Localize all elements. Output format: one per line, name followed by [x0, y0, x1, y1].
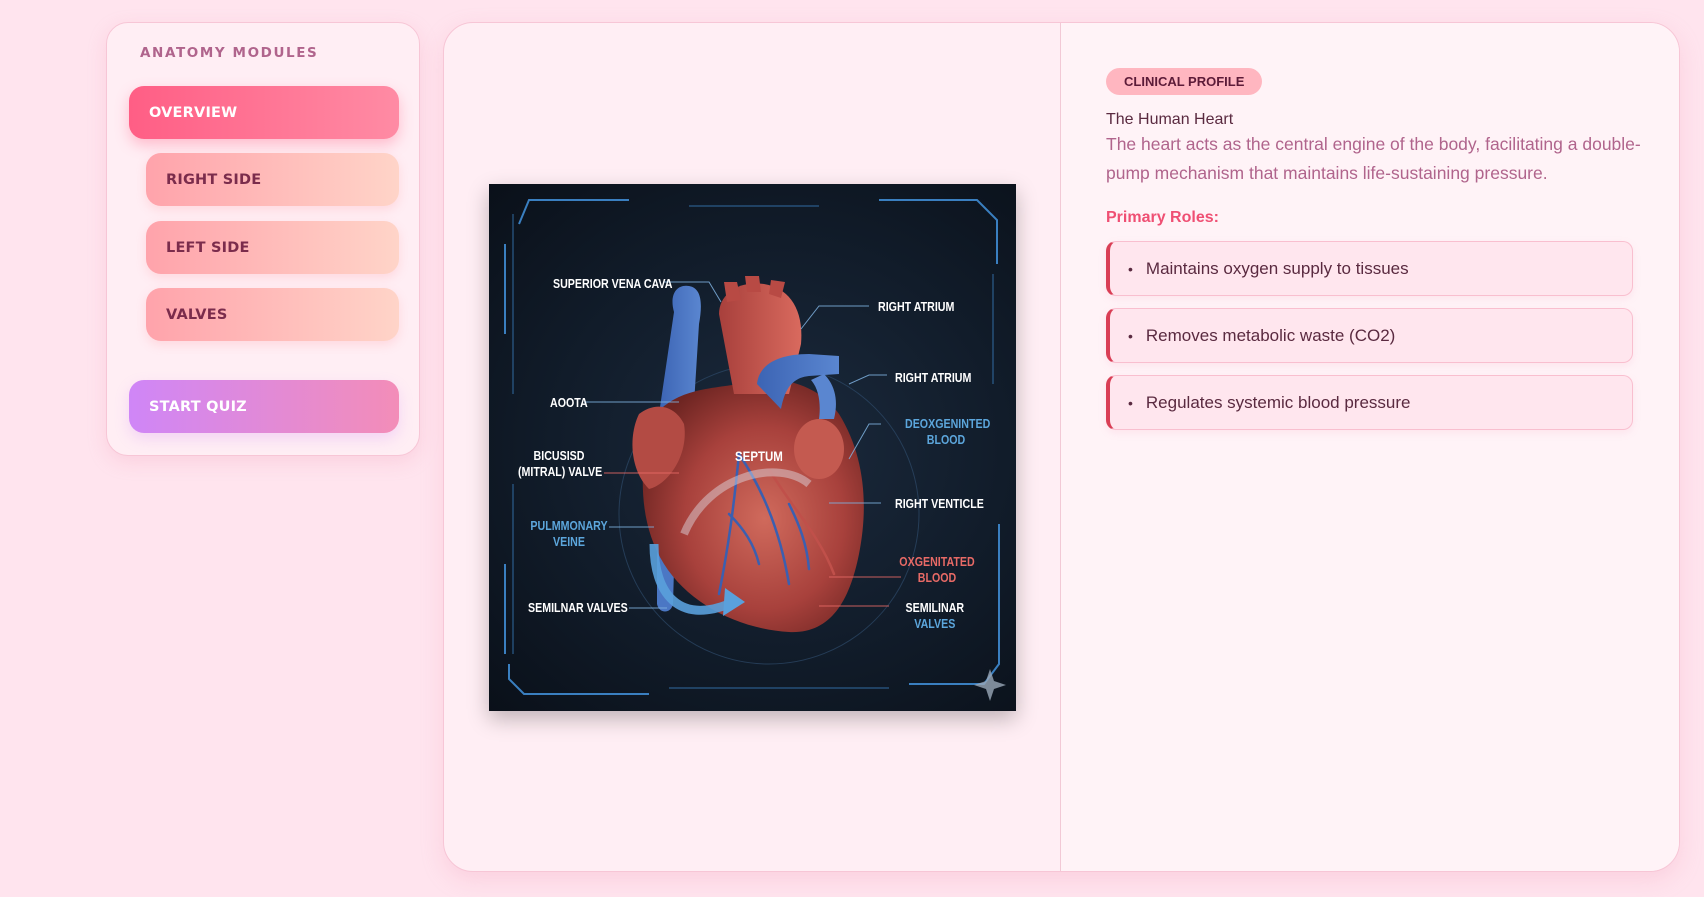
role-item: • Removes metabolic waste (CO2)	[1106, 308, 1633, 363]
profile-subtitle: The Human Heart	[1106, 111, 1234, 128]
nav-valves-button[interactable]: VALVES	[146, 288, 399, 341]
main-content-card: SUPERIOR VENA CAVA RIGHT ATRIUM RIGHT AT…	[443, 22, 1680, 872]
role-item-text: Regulates systemic blood pressure	[1145, 392, 1411, 412]
label-semilunar-right-line2: VALVES	[914, 616, 956, 631]
label-bicuspid-line2: (MITRAL) VALVE	[518, 464, 603, 479]
role-item: • Maintains oxygen supply to tissues	[1106, 241, 1633, 296]
label-oxygenated-line1: OXGENITATED	[899, 554, 975, 569]
role-item-text: Maintains oxygen supply to tissues	[1145, 258, 1409, 278]
label-right-atrium-mid: RIGHT ATRIUM	[895, 370, 972, 385]
label-right-atrium-top: RIGHT ATRIUM	[878, 299, 955, 314]
label-bicuspid-line1: BICUSISD	[533, 448, 585, 463]
primary-roles-heading: Primary Roles:	[1106, 209, 1219, 226]
label-deoxygenated-line2: BLOOD	[926, 432, 966, 447]
anatomy-modules-sidebar: ANATOMY MODULES OVERVIEW RIGHT SIDE LEFT…	[106, 22, 420, 456]
label-aorta: AOOTA	[550, 395, 588, 410]
label-semilunar-right-line1: SEMILINAR	[905, 600, 965, 615]
bullet-icon: •	[1128, 394, 1133, 411]
clinical-profile-pane: CLINICAL PROFILE The Human Heart The hea…	[1061, 23, 1679, 871]
label-pulmonary-line1: PULMMONARY	[530, 518, 608, 533]
label-pulmonary-line2: VEINE	[552, 534, 585, 549]
heart-anatomy-illustration: SUPERIOR VENA CAVA RIGHT ATRIUM RIGHT AT…	[489, 184, 1016, 711]
bullet-icon: •	[1128, 327, 1133, 344]
clinical-profile-badge: CLINICAL PROFILE	[1106, 68, 1263, 95]
bullet-icon: •	[1128, 260, 1133, 277]
start-quiz-button[interactable]: START QUIZ	[129, 380, 399, 433]
label-septum: SEPTUM	[735, 448, 783, 464]
label-oxygenated-blood: OXGENITATED BLOOD	[896, 554, 978, 586]
nav-left-side-button[interactable]: LEFT SIDE	[146, 221, 399, 274]
nav-right-side-button[interactable]: RIGHT SIDE	[146, 153, 399, 206]
label-deoxygenated-line1: DEOXGENINTED	[905, 416, 991, 431]
sidebar-heading: ANATOMY MODULES	[140, 45, 319, 61]
nav-overview-button[interactable]: OVERVIEW	[129, 86, 399, 139]
label-deoxygenated-blood: DEOXGENINTED BLOOD	[905, 416, 991, 448]
role-item: • Regulates systemic blood pressure	[1106, 375, 1633, 430]
label-bicuspid-valve: BICUSISD (MITRAL) VALVE	[518, 448, 603, 480]
profile-description: The heart acts as the central engine of …	[1106, 134, 1641, 183]
label-pulmonary-vein: PULMMONARY VEINE	[528, 518, 610, 550]
label-superior-vena-cava: SUPERIOR VENA CAVA	[553, 276, 673, 291]
label-semilunar-valves-right: SEMILINAR VALVES	[902, 600, 968, 632]
role-item-text: Removes metabolic waste (CO2)	[1145, 325, 1396, 345]
label-oxygenated-line2: BLOOD	[917, 570, 957, 585]
label-right-ventricle: RIGHT VENTICLE	[895, 496, 984, 511]
label-semilunar-valves-left: SEMILNAR VALVES	[528, 600, 628, 615]
